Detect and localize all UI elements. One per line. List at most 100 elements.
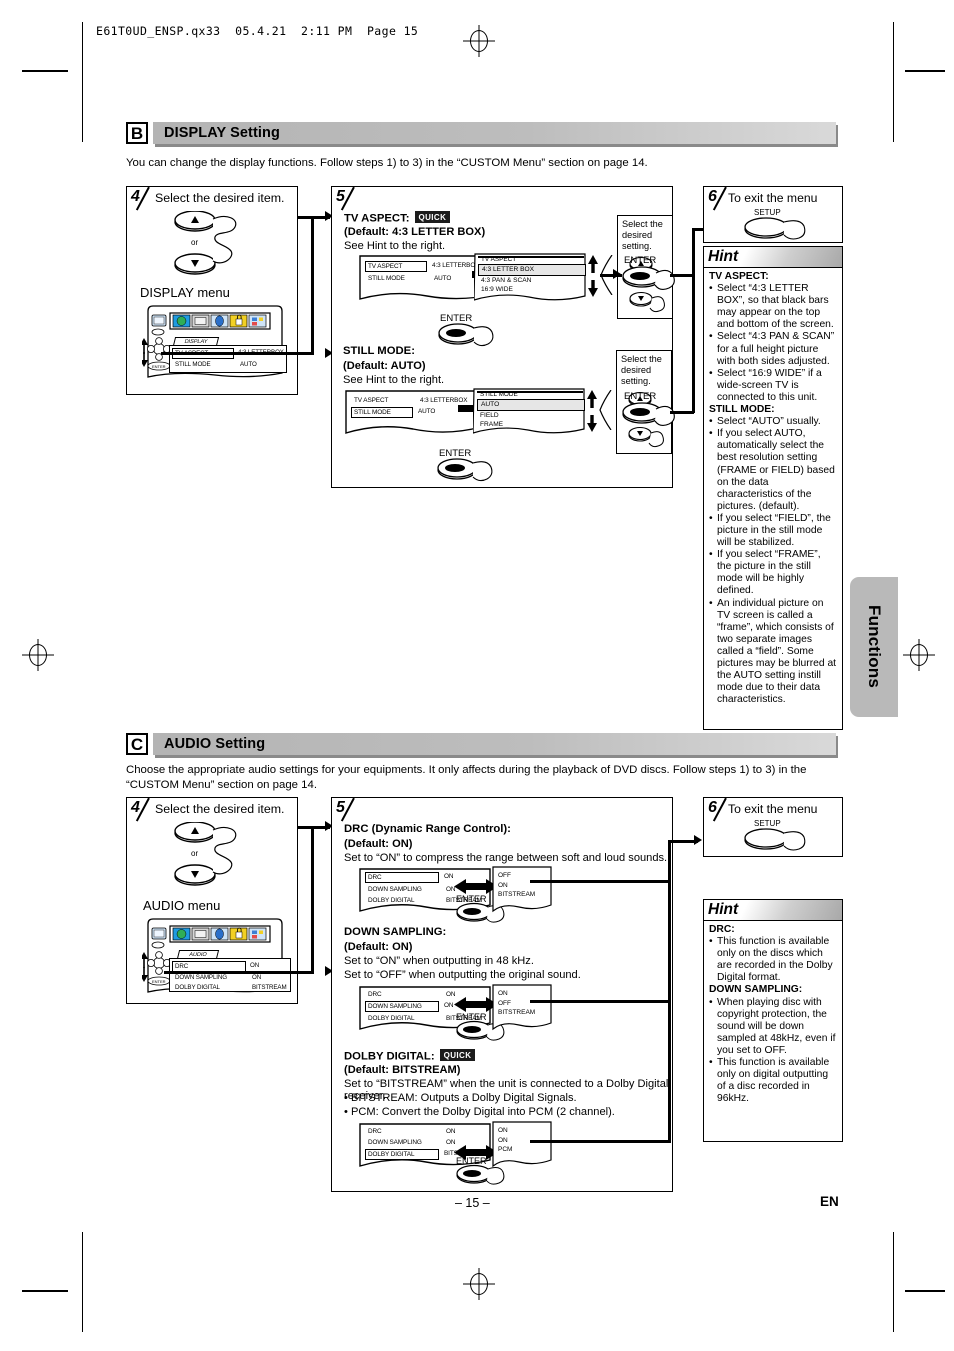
- osd-list-option[interactable]: FRAME: [477, 420, 585, 430]
- osd-row-value: ON: [446, 1128, 456, 1135]
- updown-button-illustration: or: [174, 822, 237, 886]
- hint-bullet: Select “4:3 PAN & SCAN” for a full heigh…: [709, 331, 837, 367]
- connector-c-ds-out: [530, 1000, 670, 1003]
- osd-row-name: STILL MODE: [351, 407, 413, 418]
- down-sampling-line-1: Set to “ON” when outputting in 48 kHz.: [344, 955, 534, 967]
- osd-list-header: STILL MODE: [480, 391, 518, 398]
- osd-row-name: DOLBY DIGITAL: [365, 1149, 439, 1160]
- osd-row: DRC ON: [365, 1127, 490, 1136]
- dolby-digital-line-3: • PCM: Convert the Dolby Digital into PC…: [344, 1106, 615, 1118]
- hint-bullet: Select “4:3 LETTER BOX”, so that black b…: [709, 283, 837, 331]
- osd-value: ON: [498, 990, 508, 997]
- osd-row-name: TV ASPECT: [354, 397, 389, 404]
- down-sampling-title: DOWN SAMPLING:: [344, 926, 447, 938]
- drc-default: (Default: ON): [344, 838, 413, 850]
- hint-word: Hint: [708, 901, 739, 918]
- hint-heading: DRC:: [709, 924, 735, 935]
- down-sampling-line-2: Set to “OFF” when outputting the origina…: [344, 969, 581, 981]
- manual-page: B DISPLAY Setting You can change the dis…: [0, 0, 954, 1351]
- drc-right-values: OFF ON BITSTREAM: [498, 871, 535, 900]
- connector-b-vertical: [311, 216, 314, 355]
- connector-c-step6-arrow: [694, 835, 702, 845]
- enter-button-illustration: [622, 266, 675, 291]
- still-mode-default: (Default: AUTO): [343, 360, 426, 372]
- hint-heading: TV ASPECT:: [709, 271, 769, 282]
- tv-aspect-scroll-arrows: [588, 255, 598, 297]
- svg-text:or: or: [191, 849, 198, 858]
- still-mode-title: STILL MODE:: [343, 345, 415, 357]
- dolby-digital-default: (Default: BITSTREAM): [344, 1064, 461, 1076]
- dolby-digital-line-2: • BITSTREAM: Outputs a Dolby Digital Sig…: [344, 1092, 577, 1104]
- hint-heading: DOWN SAMPLING:: [709, 984, 803, 996]
- hint-bullet: Select “16:9 WIDE” if a wide-screen TV i…: [709, 368, 837, 404]
- osd-row-name: STILL MODE: [368, 275, 405, 282]
- hint-bullet: Select “AUTO” usually.: [709, 416, 837, 428]
- section-b-description: You can change the display functions. Fo…: [126, 157, 648, 169]
- tv-aspect-right-osd: TV ASPECT 4:3 LETTER BOX 4:3 PAN & SCAN …: [478, 255, 586, 295]
- osd-row-name: DOWN SAMPLING: [365, 1001, 439, 1012]
- osd-row-name: DRC: [368, 1128, 382, 1135]
- osd-row-name: DOLBY DIGITAL: [175, 984, 220, 991]
- section-b-header: B DISPLAY Setting: [126, 122, 836, 144]
- section-b-step4-title: Select the desired item.: [155, 191, 285, 205]
- section-b-step6-title: To exit the menu: [728, 191, 818, 205]
- dolby-digital-label: DOLBY DIGITAL:: [344, 1050, 435, 1063]
- osd-row-name: DOWN SAMPLING: [368, 886, 422, 893]
- section-c-letter: C: [126, 733, 148, 755]
- tv-aspect-note: See Hint to the right.: [344, 240, 446, 252]
- section-c-hint-body: DRC: This function is available only on …: [704, 921, 842, 1109]
- osd-row-value: AUTO: [418, 408, 436, 415]
- select-setting-text: Select the desired setting.: [622, 219, 663, 251]
- connector-c-step6-vertical: [668, 840, 671, 1143]
- hint-bullet: If you select “FRAME”, the picture in th…: [709, 549, 837, 597]
- osd-row-name: STILL MODE: [175, 361, 211, 368]
- section-b-osd-box: TV ASPECT 4:3 LETTERBOX STILL MODE AUTO: [169, 345, 287, 373]
- osd-row-name: DRC: [365, 872, 439, 883]
- hint-heading: STILL MODE:: [709, 404, 775, 416]
- still-mode-brace: [599, 390, 612, 430]
- hint-bullet: An individual picture on TV screen is ca…: [709, 598, 837, 707]
- osd-row: DOLBY DIGITAL BITSTREAM: [172, 983, 288, 992]
- hint-bullet: If you select “FIELD”, the picture in th…: [709, 513, 837, 549]
- osd-row-value: 4:3 LETTERBOX: [420, 397, 468, 404]
- section-c-hint-box: Hint DRC: This function is available onl…: [703, 899, 843, 1142]
- osd-list-option[interactable]: 4:3 PAN & SCAN: [478, 276, 586, 286]
- osd-list-option-selected[interactable]: AUTO: [477, 399, 585, 411]
- select-setting-text: Select the desired setting.: [621, 354, 662, 386]
- dolby-digital-right-values: ON ON PCM: [498, 1126, 512, 1155]
- svg-text:ENTER: ENTER: [152, 979, 166, 984]
- osd-list-header: TV ASPECT: [481, 256, 517, 263]
- osd-list-option[interactable]: 16:9 WIDE: [478, 285, 586, 295]
- functions-side-tab-label: Functions: [865, 605, 884, 689]
- language-code: EN: [820, 1194, 839, 1209]
- osd-list-option[interactable]: FIELD: [477, 411, 585, 421]
- tv-aspect-label: TV ASPECT:: [344, 212, 410, 225]
- connector-c-dd-out: [530, 1140, 670, 1143]
- dolby-digital-title: DOLBY DIGITAL: QUICK: [344, 1049, 476, 1063]
- still-mode-right-osd: STILL MODE AUTO FIELD FRAME: [477, 390, 585, 430]
- connector-b-step6-vertical: [692, 228, 695, 413]
- connector-b-to-step6-b: [670, 411, 694, 414]
- svg-text:ENTER: ENTER: [152, 364, 166, 369]
- functions-side-tab: Functions: [850, 577, 898, 717]
- section-c-header: C AUDIO Setting: [126, 733, 836, 755]
- section-b-title: DISPLAY Setting: [164, 125, 280, 141]
- connector-c-drc-out: [530, 880, 670, 883]
- osd-row-name: DRC: [368, 991, 382, 998]
- osd-row-name: DOWN SAMPLING: [368, 1139, 422, 1146]
- osd-row-name: TV ASPECT: [365, 261, 427, 272]
- section-b-title-bar: DISPLAY Setting: [153, 122, 836, 144]
- osd-row: STILL MODE AUTO: [172, 360, 284, 369]
- section-c-step4-title: Select the desired item.: [155, 802, 285, 816]
- osd-value: BITSTREAM: [498, 1009, 536, 1016]
- osd-value: ON: [498, 1127, 508, 1134]
- osd-row: DOWN SAMPLING ON: [172, 973, 288, 982]
- section-b-letter: B: [126, 122, 148, 144]
- section-c-osd-box: DRC ON DOWN SAMPLING ON DOLBY DIGITAL BI…: [169, 958, 291, 992]
- section-b-menu-caption: DISPLAY menu: [140, 285, 230, 300]
- osd-value: ON: [498, 1136, 508, 1144]
- osd-list-option-selected[interactable]: 4:3 LETTER BOX: [478, 264, 586, 276]
- still-mode-note: See Hint to the right.: [343, 374, 445, 386]
- section-c-title: AUDIO Setting: [164, 736, 266, 752]
- hint-bullet: When playing disc with copyright protect…: [709, 997, 837, 1057]
